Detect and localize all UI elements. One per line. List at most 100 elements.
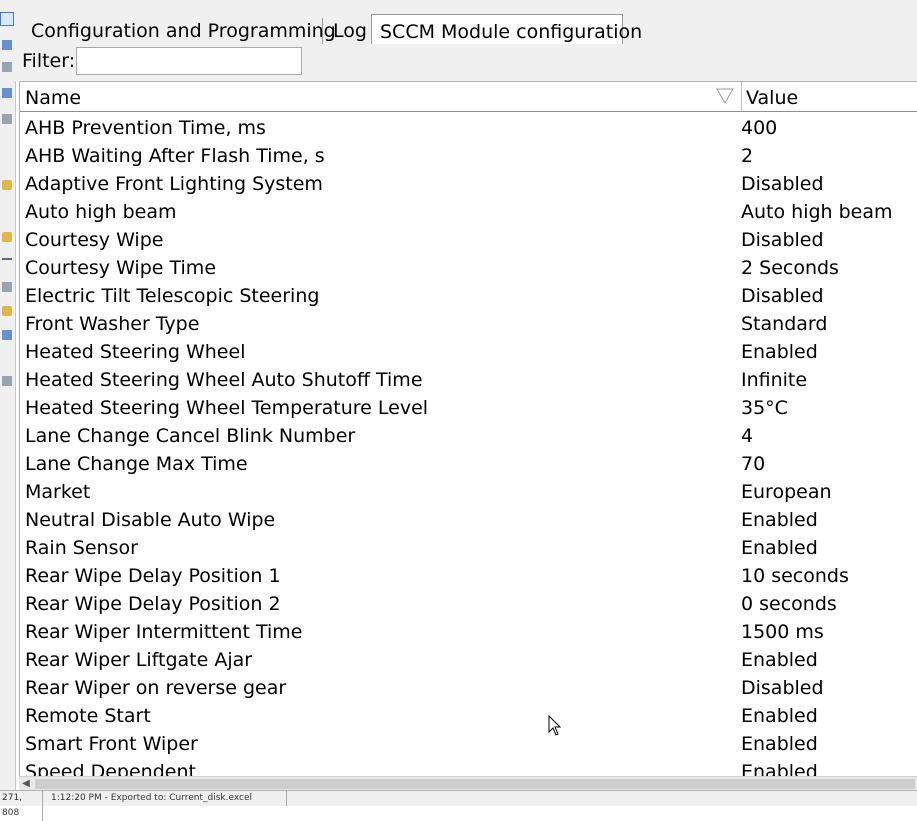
setting-value[interactable]: Disabled [741, 674, 824, 702]
tab-sccm-module-configuration[interactable]: SCCM Module configuration [371, 14, 642, 45]
setting-value[interactable]: Enabled [741, 702, 818, 730]
setting-name: Speed Dependent [25, 761, 196, 777]
status-bar: 271, 808 1:12:20 PM - Exported to: Curre… [0, 790, 917, 821]
tool-icon[interactable] [2, 232, 12, 242]
setting-name: Courtesy Wipe Time [25, 257, 217, 279]
tool-icon[interactable] [2, 282, 12, 292]
tool-icon[interactable] [2, 330, 12, 340]
tool-icon[interactable] [2, 40, 12, 50]
setting-value[interactable]: 2 [741, 142, 753, 170]
setting-value[interactable]: 10 seconds [741, 562, 849, 590]
filter-input[interactable] [76, 47, 302, 75]
tool-icon[interactable] [2, 180, 12, 190]
setting-name: Electric Tilt Telescopic Steering [25, 285, 320, 307]
table-row[interactable]: Neutral Disable Auto Wipe Enabled [20, 506, 917, 534]
setting-value[interactable]: 2 Seconds [741, 254, 839, 282]
tool-icon[interactable] [2, 62, 12, 72]
setting-name: Rain Sensor [25, 537, 138, 559]
table-row[interactable]: Rear Wipe Delay Position 2 0 seconds [20, 590, 917, 618]
setting-value[interactable]: Enabled [741, 534, 818, 562]
tab-bar: Configuration and Programming Log SCCM M… [15, 0, 917, 45]
setting-name: Heated Steering Wheel Auto Shutoff Time [25, 369, 423, 391]
setting-value[interactable]: 35°C [741, 394, 788, 422]
table-row[interactable]: Rear Wiper Liftgate Ajar Enabled [20, 646, 917, 674]
tab-configuration-and-programming[interactable]: Configuration and Programming [23, 18, 336, 44]
table-row[interactable]: Adaptive Front Lighting System Disabled [20, 170, 917, 198]
setting-name: AHB Prevention Time, ms [25, 117, 266, 139]
setting-value[interactable]: Disabled [741, 282, 824, 310]
table-row[interactable]: Lane Change Cancel Blink Number 4 [20, 422, 917, 450]
filter-row: Filter: [15, 44, 917, 81]
scroll-left-icon[interactable]: ◀ [19, 777, 33, 791]
setting-name: Rear Wiper on reverse gear [25, 677, 287, 699]
setting-value[interactable]: Standard [741, 310, 827, 338]
setting-name: Lane Change Max Time [25, 453, 248, 475]
setting-name: Adaptive Front Lighting System [25, 173, 323, 195]
setting-value[interactable]: Enabled [741, 646, 818, 674]
left-toolbar [0, 0, 16, 790]
tab-log[interactable]: Log [325, 18, 375, 44]
table-row[interactable]: Rain Sensor Enabled [20, 534, 917, 562]
table-row[interactable]: Rear Wipe Delay Position 1 10 seconds [20, 562, 917, 590]
setting-value[interactable]: Disabled [741, 170, 824, 198]
setting-name: Heated Steering Wheel [25, 341, 246, 363]
setting-value[interactable]: Disabled [741, 226, 824, 254]
tool-icon[interactable] [2, 114, 12, 124]
status-message: 1:12:20 PM - Exported to: Current_disk.e… [48, 791, 287, 806]
tool-icon[interactable] [2, 306, 12, 316]
table-row[interactable]: AHB Prevention Time, ms 400 [20, 114, 917, 142]
column-header-value[interactable]: Value [741, 82, 917, 111]
setting-value[interactable]: European [741, 478, 832, 506]
setting-name: Front Washer Type [25, 313, 200, 335]
table-row[interactable]: Market European [20, 478, 917, 506]
setting-name: Heated Steering Wheel Temperature Level [25, 397, 429, 419]
tool-icon[interactable] [2, 376, 12, 386]
table-row[interactable]: Smart Front Wiper Enabled [20, 730, 917, 758]
table-row[interactable]: Auto high beam Auto high beam [20, 198, 917, 226]
column-header-name[interactable]: Name [25, 82, 740, 111]
table-row[interactable]: AHB Waiting After Flash Time, s 2 [20, 142, 917, 170]
setting-name: Remote Start [25, 705, 151, 727]
scrollbar-thumb[interactable] [35, 779, 915, 789]
grid-rows: AHB Prevention Time, ms 400 AHB Waiting Af… [20, 114, 917, 777]
table-row[interactable]: Courtesy Wipe Disabled [20, 226, 917, 254]
setting-name: Courtesy Wipe [25, 229, 164, 251]
table-row[interactable]: Heated Steering Wheel Auto Shutoff Time I… [20, 366, 917, 394]
table-row[interactable]: Heated Steering Wheel Enabled [20, 338, 917, 366]
setting-name: AHB Waiting After Flash Time, s [25, 145, 325, 167]
table-row[interactable]: Remote Start Enabled [20, 702, 917, 730]
mouse-cursor-icon [548, 715, 562, 736]
table-row[interactable]: Lane Change Max Time 70 [20, 450, 917, 478]
grid-header: Name Value [20, 82, 917, 112]
status-coordinates: 271, 808 [2, 791, 43, 821]
table-row[interactable]: Heated Steering Wheel Temperature Level 3… [20, 394, 917, 422]
settings-grid: Name Value AHB Prevention Time, ms 400 AHB… [19, 81, 917, 777]
setting-name: Neutral Disable Auto Wipe [25, 509, 276, 531]
sort-descending-icon[interactable] [716, 88, 734, 104]
table-row[interactable]: Electric Tilt Telescopic Steering Disable… [20, 282, 917, 310]
setting-name: Rear Wipe Delay Position 1 [25, 565, 281, 587]
selected-tool-icon[interactable] [0, 12, 14, 26]
setting-name: Market [25, 481, 91, 503]
setting-value[interactable]: Infinite [741, 366, 807, 394]
setting-value[interactable]: Auto high beam [741, 198, 893, 226]
setting-value[interactable]: Enabled [741, 506, 818, 534]
setting-value[interactable]: 1500 ms [741, 618, 824, 646]
table-row[interactable]: Speed Dependent Enabled [20, 758, 917, 777]
tool-icon[interactable] [2, 88, 12, 98]
setting-value[interactable]: 400 [741, 114, 777, 142]
horizontal-scrollbar[interactable]: ◀ [19, 776, 917, 791]
setting-name: Rear Wiper Liftgate Ajar [25, 649, 253, 671]
table-row[interactable]: Rear Wiper Intermittent Time 1500 ms [20, 618, 917, 646]
setting-value[interactable]: Enabled [741, 758, 818, 777]
setting-name: Lane Change Cancel Blink Number [25, 425, 356, 447]
setting-value[interactable]: 0 seconds [741, 590, 837, 618]
setting-value[interactable]: 4 [741, 422, 753, 450]
table-row[interactable]: Courtesy Wipe Time 2 Seconds [20, 254, 917, 282]
setting-value[interactable]: Enabled [741, 338, 818, 366]
setting-name: Smart Front Wiper [25, 733, 198, 755]
table-row[interactable]: Front Washer Type Standard [20, 310, 917, 338]
setting-value[interactable]: Enabled [741, 730, 818, 758]
table-row[interactable]: Rear Wiper on reverse gear Disabled [20, 674, 917, 702]
setting-value[interactable]: 70 [741, 450, 765, 478]
